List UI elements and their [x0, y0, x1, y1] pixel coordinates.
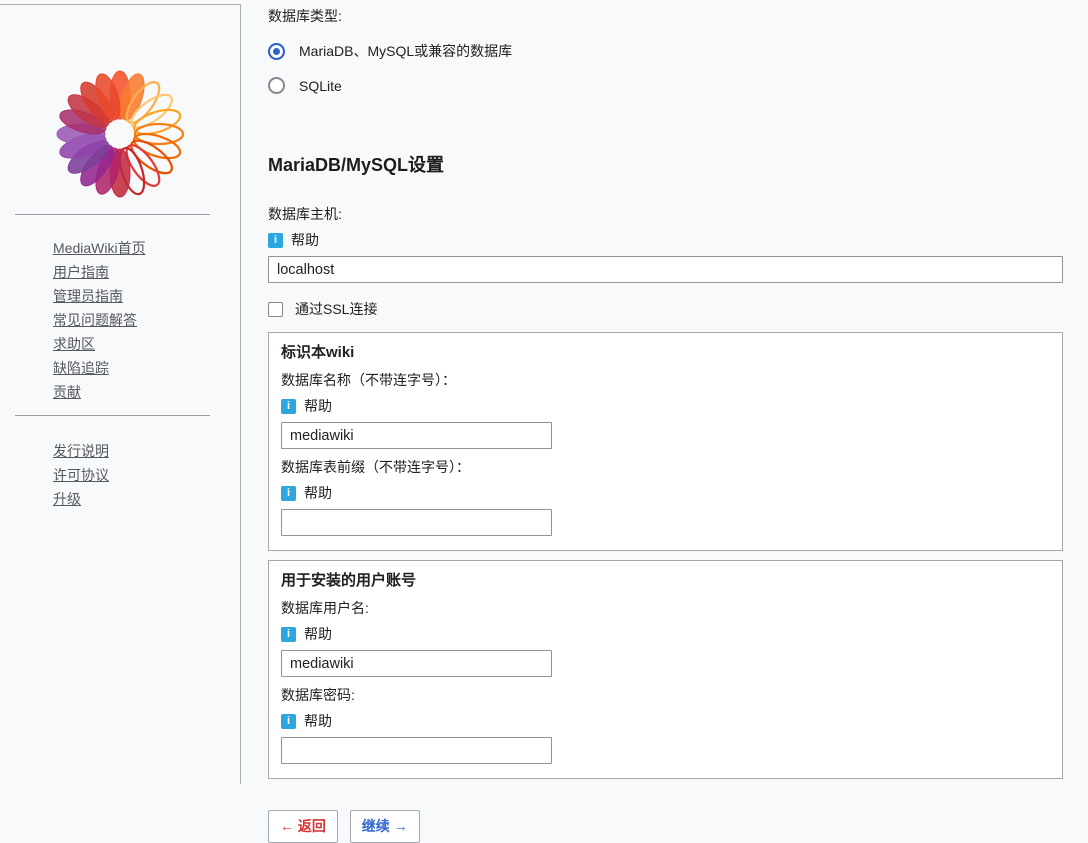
install-account-box-title: 用于安装的用户账号	[281, 572, 1050, 590]
mediawiki-logo	[55, 69, 185, 199]
list-item: 贡献	[53, 384, 240, 400]
identify-wiki-box: 标识本wiki 数据库名称（不带连字号）： i 帮助 数据库表前缀（不带连字号）…	[268, 332, 1063, 551]
radio-option-mariadb[interactable]: MariaDB、MySQL或兼容的数据库	[268, 41, 1063, 61]
sidebar-secondary-links: 发行说明 许可协议 升级	[0, 443, 240, 507]
db-prefix-input[interactable]	[281, 509, 552, 536]
db-password-input[interactable]	[281, 737, 552, 764]
list-item: 发行说明	[53, 443, 240, 459]
sidebar-link-upgrade[interactable]: 升级	[53, 491, 81, 507]
radio-unselected-icon[interactable]	[268, 77, 285, 94]
sidebar-divider-bottom	[15, 415, 210, 416]
info-icon: i	[281, 486, 296, 501]
list-item: 升级	[53, 491, 240, 507]
db-host-input[interactable]	[268, 256, 1063, 283]
db-type-label: 数据库类型:	[268, 8, 1063, 25]
continue-button[interactable]: 继续 →	[350, 810, 420, 843]
ssl-checkbox-label: 通过SSL连接	[295, 299, 377, 319]
sidebar-link-help-desk[interactable]: 求助区	[53, 336, 95, 352]
db-password-label: 数据库密码:	[281, 687, 1050, 704]
sidebar-link-bug-tracker[interactable]: 缺陷追踪	[53, 360, 109, 376]
sidebar-link-faq[interactable]: 常见问题解答	[53, 312, 137, 328]
db-name-input[interactable]	[281, 422, 552, 449]
help-link-label: 帮助	[304, 483, 332, 503]
help-link-label: 帮助	[304, 396, 332, 416]
sidebar-link-release-notes[interactable]: 发行说明	[53, 443, 109, 459]
ssl-checkbox-row[interactable]: 通过SSL连接	[268, 299, 1063, 319]
radio-option-sqlite[interactable]: SQLite	[268, 77, 1063, 94]
db-host-help-link[interactable]: i 帮助	[268, 230, 319, 250]
info-icon: i	[281, 399, 296, 414]
help-link-label: 帮助	[304, 624, 332, 644]
back-button[interactable]: ← 返回	[268, 810, 338, 843]
list-item: 许可协议	[53, 467, 240, 483]
info-icon: i	[268, 233, 283, 248]
help-link-label: 帮助	[291, 230, 319, 250]
sidebar-primary-links: MediaWiki首页 用户指南 管理员指南 常见问题解答 求助区 缺陷追踪 贡…	[0, 240, 240, 400]
db-prefix-label: 数据库表前缀（不带连字号）：	[281, 459, 1050, 476]
help-link-label: 帮助	[304, 711, 332, 731]
navigation-buttons: ← 返回 继续 →	[268, 810, 1063, 843]
sidebar-link-contribute[interactable]: 贡献	[53, 384, 81, 400]
list-item: 缺陷追踪	[53, 360, 240, 376]
sidebar-link-license[interactable]: 许可协议	[53, 467, 109, 483]
sidebar-divider-top	[15, 214, 210, 215]
db-user-label: 数据库用户名:	[281, 600, 1050, 617]
list-item: 管理员指南	[53, 288, 240, 304]
section-title: MariaDB/MySQL设置	[268, 151, 1063, 177]
install-account-box: 用于安装的用户账号 数据库用户名: i 帮助 数据库密码: i 帮助	[268, 560, 1063, 779]
info-icon: i	[281, 627, 296, 642]
db-name-help-link[interactable]: i 帮助	[281, 396, 332, 416]
radio-option-label: SQLite	[299, 78, 342, 94]
sunflower-icon	[55, 69, 185, 199]
installer-form: 数据库类型: MariaDB、MySQL或兼容的数据库 SQLite Maria…	[241, 0, 1088, 784]
list-item: 常见问题解答	[53, 312, 240, 328]
list-item: 用户指南	[53, 264, 240, 280]
db-user-input[interactable]	[281, 650, 552, 677]
radio-selected-icon[interactable]	[268, 43, 285, 60]
checkbox-unchecked-icon[interactable]	[268, 302, 283, 317]
sidebar: MediaWiki首页 用户指南 管理员指南 常见问题解答 求助区 缺陷追踪 贡…	[0, 4, 241, 784]
sidebar-link-mediawiki-home[interactable]: MediaWiki首页	[53, 240, 146, 256]
db-name-label: 数据库名称（不带连字号）：	[281, 372, 1050, 389]
db-host-label: 数据库主机:	[268, 206, 1063, 223]
identify-wiki-box-title: 标识本wiki	[281, 344, 1050, 362]
info-icon: i	[281, 714, 296, 729]
db-password-help-link[interactable]: i 帮助	[281, 711, 332, 731]
db-prefix-help-link[interactable]: i 帮助	[281, 483, 332, 503]
list-item: 求助区	[53, 336, 240, 352]
radio-option-label: MariaDB、MySQL或兼容的数据库	[299, 41, 512, 61]
db-user-help-link[interactable]: i 帮助	[281, 624, 332, 644]
sidebar-link-user-guide[interactable]: 用户指南	[53, 264, 109, 280]
list-item: MediaWiki首页	[53, 240, 240, 256]
sidebar-link-admin-guide[interactable]: 管理员指南	[53, 288, 123, 304]
